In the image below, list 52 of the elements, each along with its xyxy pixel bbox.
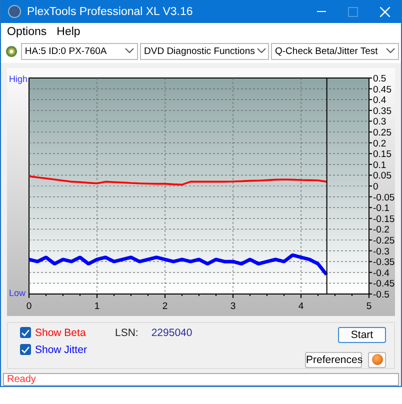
y-tick-label: -0.1 (373, 202, 390, 214)
chevron-down-icon (125, 48, 134, 54)
y-tick-label: -0.25 (373, 235, 395, 246)
x-tick-label: 4 (298, 300, 304, 312)
y-tick-label: -0.15 (373, 214, 395, 225)
y-tick-label: 0.45 (373, 84, 392, 96)
dropdown[interactable]: Q-Check Beta/Jitter Test (271, 42, 399, 60)
y-tick-label: 0.35 (373, 106, 392, 117)
menu-item[interactable]: Options (7, 26, 47, 39)
y-tick-label: 0.2 (373, 138, 386, 150)
preferences-button[interactable]: Preferences (305, 352, 362, 368)
disc-icon (6, 46, 17, 57)
low-label: Low (9, 288, 26, 298)
y-tick-label: -0.5 (373, 289, 390, 300)
menu-item[interactable]: Help (56, 26, 80, 39)
status-text: Ready (7, 374, 36, 385)
y-tick-label: 0.1 (373, 160, 386, 171)
y-tick-label: 0.3 (373, 116, 386, 128)
checkbox[interactable] (20, 344, 31, 356)
x-tick-label: 1 (94, 300, 100, 312)
chevron-down-icon (256, 48, 266, 54)
info-icon (372, 354, 382, 366)
checkbox-label[interactable]: Show Jitter (35, 344, 87, 356)
y-tick-label: -0.2 (373, 224, 390, 236)
lsn-value: 2295040 (151, 326, 192, 340)
dropdown[interactable]: HA:5 ID:0 PX-760A (20, 42, 138, 60)
x-tick-label: 5 (366, 300, 372, 312)
chevron-down-icon (386, 48, 395, 54)
start-button[interactable]: Start (338, 326, 386, 343)
x-tick-label: 0 (26, 300, 32, 312)
y-tick-label: -0.05 (373, 192, 395, 204)
info-button[interactable] (368, 352, 386, 368)
checkbox-label[interactable]: Show Beta (35, 326, 86, 339)
x-tick-label: 2 (162, 300, 168, 312)
app-logo-icon (8, 5, 21, 18)
y-tick-label: 0.15 (373, 148, 392, 160)
checkbox[interactable] (20, 327, 31, 338)
high-label: High (9, 74, 28, 84)
y-tick-label: 0.05 (373, 170, 392, 182)
y-tick-label: 0.25 (373, 127, 392, 138)
y-tick-label: 0.4 (373, 94, 386, 106)
y-tick-label: 0.5 (373, 73, 386, 84)
dropdown[interactable]: DVD Diagnostic Functions (140, 42, 269, 60)
x-tick-label: 3 (230, 300, 236, 312)
y-tick-label: 0 (373, 181, 378, 192)
y-tick-label: -0.35 (373, 256, 395, 268)
close-icon (380, 6, 390, 16)
y-tick-label: -0.4 (373, 268, 390, 279)
window-title: PlexTools Professional XL V3.16 (27, 6, 194, 18)
y-tick-label: -0.45 (373, 278, 395, 290)
y-tick-label: -0.3 (373, 246, 390, 258)
lsn-label: LSN: (115, 326, 138, 340)
